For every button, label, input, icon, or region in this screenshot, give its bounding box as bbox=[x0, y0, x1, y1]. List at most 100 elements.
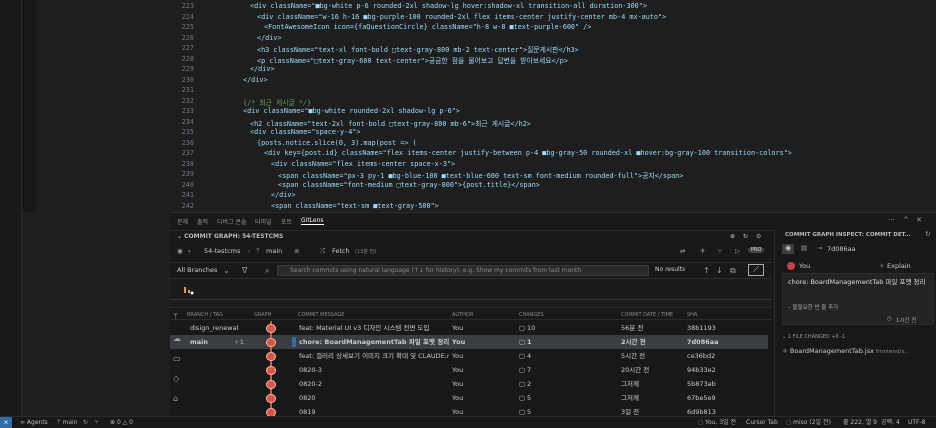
file-name: BoardManagementTab.jsx bbox=[789, 347, 874, 355]
commit-table-header: BRANCH / TAG GRAPH COMMIT MESSAGE AUTHOR CHA… bbox=[170, 309, 772, 320]
commit-sha: 5b873ab bbox=[687, 380, 716, 388]
column-header[interactable]: AUTHOR bbox=[452, 312, 473, 318]
repo-name[interactable]: 54-testcms bbox=[204, 247, 240, 255]
column-header[interactable]: COMMIT DATE / TIME bbox=[621, 312, 673, 318]
line-number: 232 bbox=[181, 96, 194, 105]
changed-file-item[interactable]: ⚛ BoardManagementTab.jsx frontend/s... bbox=[782, 347, 934, 358]
panel-tab[interactable]: 출력 bbox=[197, 217, 208, 226]
fetch-button[interactable]: Fetch bbox=[332, 247, 350, 255]
line-number: 237 bbox=[181, 149, 194, 157]
refresh-icon[interactable]: ↻ bbox=[925, 230, 930, 238]
commit-date: 그저께 bbox=[621, 394, 639, 402]
commit-row[interactable]: 0820 You ▢ 5 그저께 67be5e9 bbox=[170, 391, 768, 405]
commit-avatar-node[interactable] bbox=[266, 380, 276, 389]
column-header[interactable]: BRANCH / TAG bbox=[187, 312, 223, 318]
spaces-status[interactable]: 공백: 4 bbox=[881, 417, 900, 428]
compare-icon[interactable]: ⇄ bbox=[680, 247, 685, 255]
more-icon[interactable]: ··· bbox=[888, 216, 895, 224]
activity-minimap[interactable] bbox=[170, 278, 772, 308]
remote-icon[interactable]: ⨯ bbox=[0, 417, 12, 428]
commit-changes: 1 bbox=[527, 338, 532, 346]
commit-avatar-node[interactable] bbox=[266, 366, 276, 375]
commit-avatar-node[interactable] bbox=[266, 394, 276, 403]
problems-status[interactable]: ⊗ 0 △ 0 bbox=[110, 417, 133, 428]
explain-button[interactable]: Explain bbox=[887, 262, 911, 270]
arrow-up-icon[interactable]: ↑ bbox=[703, 266, 710, 275]
worktree-icon[interactable]: ⌂ bbox=[173, 394, 178, 403]
column-header[interactable]: SHA bbox=[687, 312, 697, 318]
commit-sha: ce36bd2 bbox=[687, 352, 716, 360]
close-icon[interactable]: ✕ bbox=[916, 216, 922, 224]
commit-row[interactable]: 0820-3 You ▢ 7 20시간 전 94b33e2 bbox=[170, 363, 768, 377]
commit-row[interactable]: main +1 chore: BoardManagementTab 파일 포맷 정리… bbox=[170, 335, 768, 349]
graph-sidebar: ᛘ ☁ ▭ ◇ ⌂ bbox=[170, 312, 184, 416]
panel-tab[interactable]: 포트 bbox=[281, 217, 292, 226]
column-header[interactable]: CHANGES bbox=[519, 312, 544, 318]
chart-icon[interactable]: ⟋ bbox=[748, 264, 764, 276]
line-number: 223 bbox=[181, 2, 194, 10]
code-line: <div className="flex items-center space-… bbox=[271, 159, 456, 168]
line-number: 227 bbox=[181, 44, 194, 52]
files-changed-label: 1 FILE CHANGED bbox=[787, 334, 830, 340]
branches-icon[interactable]: ⑂ bbox=[718, 247, 722, 255]
code-line: <FontAwesomeIcon icon={faQuestionCircle}… bbox=[264, 23, 592, 31]
commit-row[interactable]: disign_renewal feat: Material UI v3 디자인 시… bbox=[170, 321, 768, 335]
filter-icon[interactable]: ∇ bbox=[242, 266, 247, 275]
tag-icon[interactable]: ◇ bbox=[173, 374, 179, 383]
files-icon[interactable]: ▤ bbox=[801, 244, 807, 252]
cloud-icon[interactable]: ☁ bbox=[173, 334, 181, 343]
commit-row[interactable]: 0820-2 You ▢ 2 그저께 5b873ab bbox=[170, 377, 768, 391]
pro-badge[interactable]: PRO bbox=[748, 247, 765, 253]
code-editor[interactable]: 223 <div className="■bg-white p-6 rounded… bbox=[170, 0, 936, 212]
panel-tab[interactable]: GitLens bbox=[301, 217, 324, 225]
editor-gutter bbox=[22, 0, 36, 212]
code-line: <div key={post.id} className="flex items… bbox=[264, 149, 792, 157]
play-icon[interactable]: ▷ bbox=[735, 247, 740, 255]
branch-status[interactable]: ᛘ main bbox=[57, 417, 78, 428]
commit-icon[interactable]: ◉ bbox=[782, 244, 794, 254]
panel-tab[interactable]: 디버그 콘솔 bbox=[217, 217, 247, 226]
commit-date: 56분 전 bbox=[621, 324, 644, 332]
commit-graph-header[interactable]: ⌄ COMMIT GRAPH: 54-TESTCMS ⊕ ↻ ⚙ bbox=[170, 230, 772, 242]
stash-icon[interactable]: ▭ bbox=[173, 354, 181, 363]
commit-message: 0820-3 bbox=[299, 366, 323, 374]
line-number: 234 bbox=[181, 117, 194, 126]
git-icon[interactable]: ⑂ bbox=[95, 417, 99, 428]
code-line: <span className="font-medium □text-gray-… bbox=[278, 180, 540, 189]
code-line: {/* 최근 게시글 */} bbox=[243, 98, 312, 107]
branch-icon[interactable]: ᛘ bbox=[173, 312, 178, 321]
encoding-status[interactable]: UTF-8 bbox=[908, 417, 926, 428]
line-number: 231 bbox=[181, 86, 194, 94]
panel-tab[interactable]: 터미널 bbox=[255, 217, 272, 226]
cursor-tab-status[interactable]: Cursor Tab bbox=[746, 417, 778, 428]
changes-icon: ▢ bbox=[519, 324, 526, 332]
line-number: 239 bbox=[181, 170, 194, 178]
sync-icon[interactable]: ↻ bbox=[83, 417, 88, 428]
open-icon[interactable]: ⧉ bbox=[730, 266, 736, 276]
branch-name[interactable]: main bbox=[266, 247, 282, 255]
commit-avatar-node[interactable] bbox=[266, 324, 276, 333]
line-number: 235 bbox=[181, 128, 194, 136]
commit-sha[interactable]: 7d086aa bbox=[827, 245, 856, 253]
code-line: <h2 className="text-2xl font-bold □text-… bbox=[250, 119, 531, 128]
pin-icon[interactable]: ✈ bbox=[700, 247, 705, 255]
remote-icon[interactable]: ⊚ bbox=[294, 247, 299, 255]
filter-bar: All Branches ⌄ ∇ ⌕ Search commits using … bbox=[170, 262, 772, 278]
branches-filter[interactable]: All Branches bbox=[177, 266, 217, 274]
panel-tab[interactable]: 문제 bbox=[177, 217, 188, 226]
chevron-down-icon[interactable]: ⌄ bbox=[223, 266, 230, 275]
commit-avatar-node[interactable] bbox=[266, 352, 276, 361]
agents-item[interactable]: ∞ Agents bbox=[20, 417, 48, 428]
commit-search-input[interactable]: Search commits using natural language (↑… bbox=[277, 265, 649, 276]
line-number: 236 bbox=[181, 138, 194, 147]
column-header[interactable]: COMMIT MESSAGE bbox=[298, 312, 344, 318]
column-header[interactable]: GRAPH bbox=[254, 312, 271, 318]
blame-status[interactable]: ◌ You, 3일 전 bbox=[698, 417, 736, 428]
position-status[interactable]: 줄 222, 열 9 bbox=[843, 417, 877, 428]
maximize-icon[interactable]: ^ bbox=[903, 216, 909, 224]
user-status[interactable]: ◌ miso (2일 전) bbox=[786, 417, 831, 428]
commit-avatar-node[interactable] bbox=[266, 338, 276, 347]
commit-row[interactable]: feat: 갤러리 상세보기 이미지 크기 확대 및 CLAUDE.md 개 Yo… bbox=[170, 349, 768, 363]
arrow-down-icon[interactable]: ↓ bbox=[716, 266, 723, 275]
github-icon: ◉ bbox=[177, 247, 183, 255]
